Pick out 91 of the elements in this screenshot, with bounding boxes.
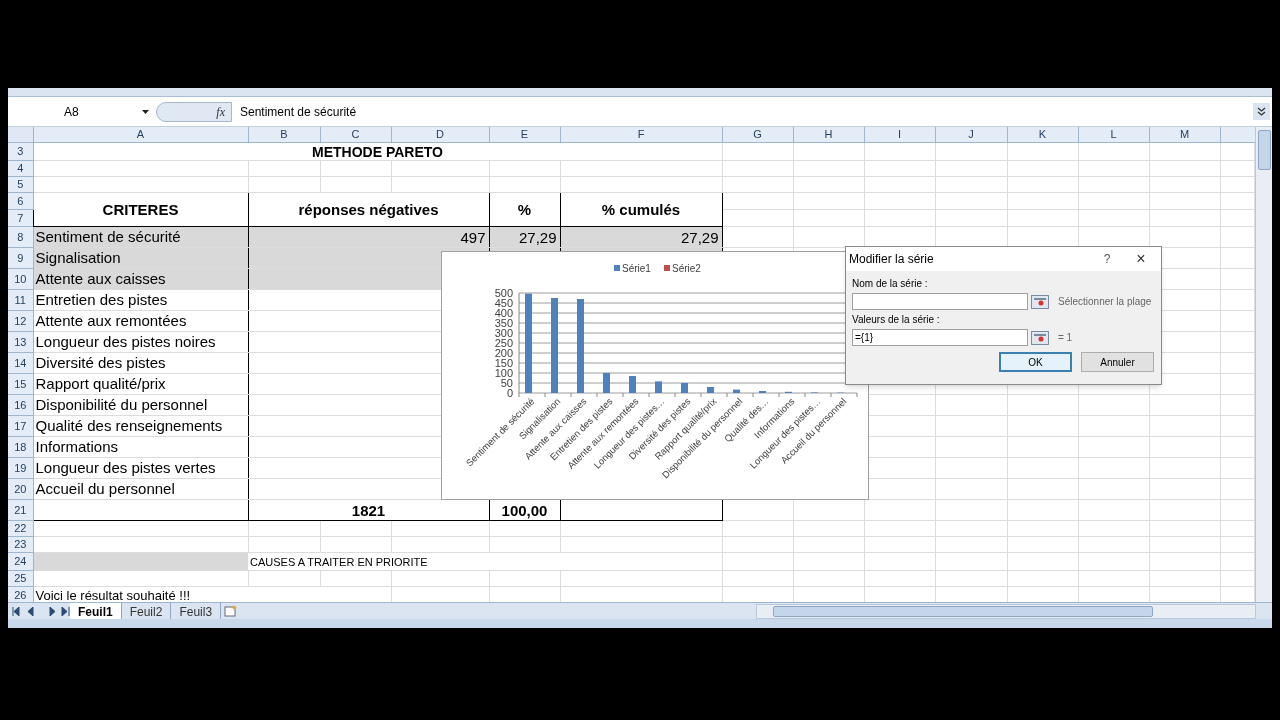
y-tick-label: 250 bbox=[494, 337, 513, 349]
range-select-icon[interactable] bbox=[1031, 330, 1049, 345]
criterion-cell: Disponibilité du personnel bbox=[35, 396, 208, 413]
row-header[interactable]: 13 bbox=[8, 331, 33, 353]
series-field[interactable] bbox=[852, 293, 1028, 310]
row-header[interactable]: 15 bbox=[8, 373, 33, 395]
row-header[interactable]: 16 bbox=[8, 394, 33, 416]
range-select-icon[interactable] bbox=[1031, 294, 1049, 309]
row-header[interactable]: 20 bbox=[8, 478, 33, 500]
field-label: Nom de la série : bbox=[852, 277, 929, 291]
column-header[interactable]: L bbox=[1078, 127, 1149, 143]
legend-label: Série2 bbox=[672, 263, 701, 274]
column-heading: réponses négatives bbox=[298, 201, 439, 218]
column-header[interactable]: F bbox=[560, 127, 722, 143]
column-header[interactable]: D bbox=[391, 127, 489, 143]
y-tick-label: 500 bbox=[494, 287, 513, 299]
expand-icon[interactable] bbox=[1253, 103, 1270, 120]
y-tick-label: 50 bbox=[500, 377, 513, 389]
column-header[interactable]: H bbox=[793, 127, 864, 143]
bar[interactable] bbox=[655, 381, 662, 393]
sheet-tab[interactable]: Feuil1 bbox=[70, 603, 122, 619]
sheet-navigation-icon[interactable] bbox=[12, 606, 70, 616]
y-tick-label: 400 bbox=[494, 307, 513, 319]
y-tick-label: 150 bbox=[494, 357, 513, 369]
column-header[interactable]: G bbox=[722, 127, 793, 143]
criterion-cell: Attente aux caisses bbox=[35, 270, 166, 287]
dropdown-caret-icon bbox=[142, 109, 149, 114]
percent-cell: 27,29 bbox=[518, 228, 557, 246]
horizontal-scrollbar[interactable] bbox=[756, 603, 1256, 619]
row-header[interactable]: 19 bbox=[8, 457, 33, 479]
field-label: Valeurs de la série : bbox=[852, 313, 941, 327]
field-note: Sélectionner la plage bbox=[1058, 295, 1152, 309]
column-heading: % cumulés bbox=[601, 201, 681, 218]
count-cell: 497 bbox=[460, 228, 486, 246]
row-header[interactable]: 12 bbox=[8, 310, 33, 332]
y-tick-label: 200 bbox=[494, 347, 513, 359]
name-box[interactable]: A8 bbox=[8, 100, 153, 123]
column-header[interactable]: A bbox=[33, 127, 248, 143]
dialog-title: Modifier la série bbox=[849, 251, 935, 268]
y-tick-label: 450 bbox=[494, 297, 513, 309]
row-header[interactable]: 11 bbox=[8, 289, 33, 311]
y-tick-label: 300 bbox=[494, 327, 513, 339]
criterion-cell: Entretien des pistes bbox=[35, 291, 168, 308]
column-header[interactable]: M bbox=[1149, 127, 1220, 143]
criterion-cell: Longueur des pistes noires bbox=[35, 333, 216, 350]
total-count-cell: 1821 bbox=[351, 501, 386, 519]
criterion-cell: Informations bbox=[35, 438, 119, 455]
formula-field[interactable]: Sentiment de sécurité bbox=[240, 102, 1253, 121]
vertical-scrollbar[interactable] bbox=[1255, 127, 1272, 602]
insert-sheet-icon[interactable] bbox=[224, 605, 239, 617]
select-all-corner[interactable] bbox=[8, 127, 33, 143]
close-button[interactable]: × bbox=[1121, 251, 1161, 267]
column-header[interactable]: J bbox=[935, 127, 1007, 143]
field-note: = 1 bbox=[1058, 331, 1073, 345]
legend-label: Série1 bbox=[622, 263, 651, 274]
criterion-cell: Rapport qualité/prix bbox=[35, 375, 166, 392]
dialog-button[interactable]: Annuler bbox=[1081, 352, 1154, 372]
cumulative-cell: 27,29 bbox=[680, 228, 719, 246]
note-text: CAUSES A TRAITER EN PRIORITE bbox=[250, 556, 428, 568]
y-tick-label: 350 bbox=[494, 317, 513, 329]
row-header[interactable]: 10 bbox=[8, 268, 33, 290]
column-header[interactable]: B bbox=[248, 127, 320, 143]
column-heading: CRITERES bbox=[102, 201, 179, 218]
y-tick-label: 0 bbox=[506, 387, 513, 399]
help-button[interactable]: ? bbox=[1093, 250, 1121, 268]
column-heading: % bbox=[517, 201, 532, 218]
function-label[interactable]: fx bbox=[216, 102, 225, 121]
row-header[interactable]: 18 bbox=[8, 436, 33, 458]
y-tick-label: 100 bbox=[494, 367, 513, 379]
row-header[interactable]: 8 bbox=[8, 226, 33, 248]
row-header[interactable]: 21 bbox=[8, 499, 33, 521]
row-header[interactable]: 17 bbox=[8, 415, 33, 437]
criterion-cell: Qualité des renseignements bbox=[35, 417, 223, 434]
row-header[interactable]: 14 bbox=[8, 352, 33, 374]
sheet-title: METHODE PARETO bbox=[312, 143, 443, 160]
column-header[interactable]: E bbox=[489, 127, 560, 143]
criterion-cell: Sentiment de sécurité bbox=[35, 228, 181, 245]
criterion-cell: Diversité des pistes bbox=[35, 354, 166, 371]
column-header[interactable]: C bbox=[320, 127, 391, 143]
bar[interactable] bbox=[733, 389, 740, 393]
dialog-button[interactable]: OK bbox=[999, 352, 1072, 372]
row-header[interactable]: 9 bbox=[8, 247, 33, 269]
total-percent-cell: 100,00 bbox=[501, 501, 548, 519]
remark-text: Voici le résultat souhaité !!! bbox=[35, 588, 191, 602]
criterion-cell: Accueil du personnel bbox=[35, 480, 175, 497]
series-field[interactable]: ={1} bbox=[852, 329, 1028, 346]
criterion-cell: Signalisation bbox=[35, 249, 121, 266]
criterion-cell: Longueur des pistes vertes bbox=[35, 459, 216, 476]
column-header[interactable]: I bbox=[864, 127, 935, 143]
criterion-cell: Attente aux remontées bbox=[35, 312, 187, 329]
column-header[interactable]: K bbox=[1007, 127, 1078, 143]
